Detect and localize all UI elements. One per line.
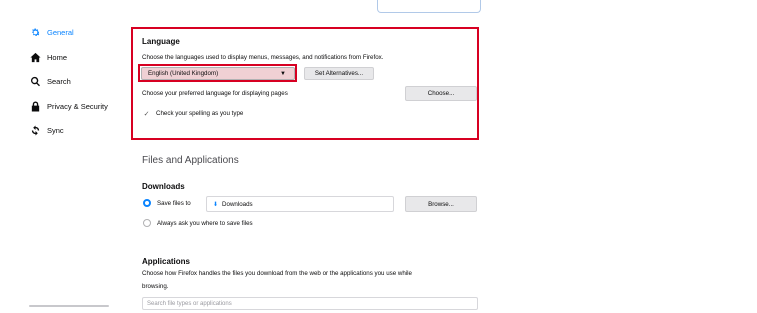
gear-icon <box>29 26 41 38</box>
search-icon <box>29 75 41 87</box>
download-folder-value: Downloads <box>222 200 253 208</box>
radio-unselected-icon[interactable] <box>143 219 151 227</box>
set-alternatives-button[interactable]: Set Alternatives... <box>304 67 374 80</box>
find-in-options-input[interactable] <box>377 0 481 13</box>
choose-language-button[interactable]: Choose... <box>405 86 477 101</box>
sidebar-item-label: Sync <box>47 125 64 135</box>
radio-selected-icon[interactable] <box>143 199 151 207</box>
save-files-radio[interactable]: Save files to <box>143 199 191 207</box>
sidebar-item-home[interactable]: Home <box>29 49 67 65</box>
language-description: Choose the languages used to display men… <box>142 54 384 61</box>
download-arrow-icon: ⬇ <box>213 201 219 208</box>
browse-button[interactable]: Browse... <box>405 196 477 212</box>
sidebar-bottom-link[interactable] <box>29 305 109 307</box>
applications-search-placeholder: Search file types or applications <box>147 300 232 307</box>
language-highlight-box <box>131 27 479 140</box>
applications-description-line1: Choose how Firefox handles the files you… <box>142 270 412 277</box>
spelling-label: Check your spelling as you type <box>156 110 244 117</box>
applications-heading: Applications <box>142 257 191 266</box>
language-heading: Language <box>142 37 180 46</box>
downloads-heading: Downloads <box>142 182 185 191</box>
download-folder-field: ⬇ Downloads <box>206 196 394 212</box>
sidebar-item-general[interactable]: General <box>29 24 74 40</box>
sidebar-item-label: General <box>47 27 74 37</box>
save-files-label: Save files to <box>157 199 191 207</box>
language-select-highlight <box>138 64 297 82</box>
applications-description-line2: browsing. <box>142 283 169 290</box>
applications-search-input[interactable]: Search file types or applications <box>142 297 478 310</box>
home-icon <box>29 51 41 63</box>
sidebar: General Home Search Privacy & Security S… <box>0 0 125 313</box>
sidebar-item-label: Home <box>47 52 68 62</box>
always-ask-label: Always ask you where to save files <box>157 219 253 227</box>
checkmark-icon[interactable]: ✓ <box>142 109 151 118</box>
sidebar-item-privacy[interactable]: Privacy & Security <box>29 98 108 114</box>
always-ask-radio[interactable]: Always ask you where to save files <box>143 219 253 227</box>
sync-icon <box>29 124 41 136</box>
spelling-checkbox-row[interactable]: ✓ Check your spelling as you type <box>142 109 244 118</box>
sidebar-item-label: Search <box>47 76 71 86</box>
pages-language-description: Choose your preferred language for displ… <box>142 90 288 97</box>
sidebar-item-search[interactable]: Search <box>29 73 71 89</box>
lock-icon <box>29 100 41 112</box>
files-section-title: Files and Applications <box>142 155 239 166</box>
sidebar-item-sync[interactable]: Sync <box>29 122 64 138</box>
sidebar-item-label: Privacy & Security <box>47 101 108 111</box>
